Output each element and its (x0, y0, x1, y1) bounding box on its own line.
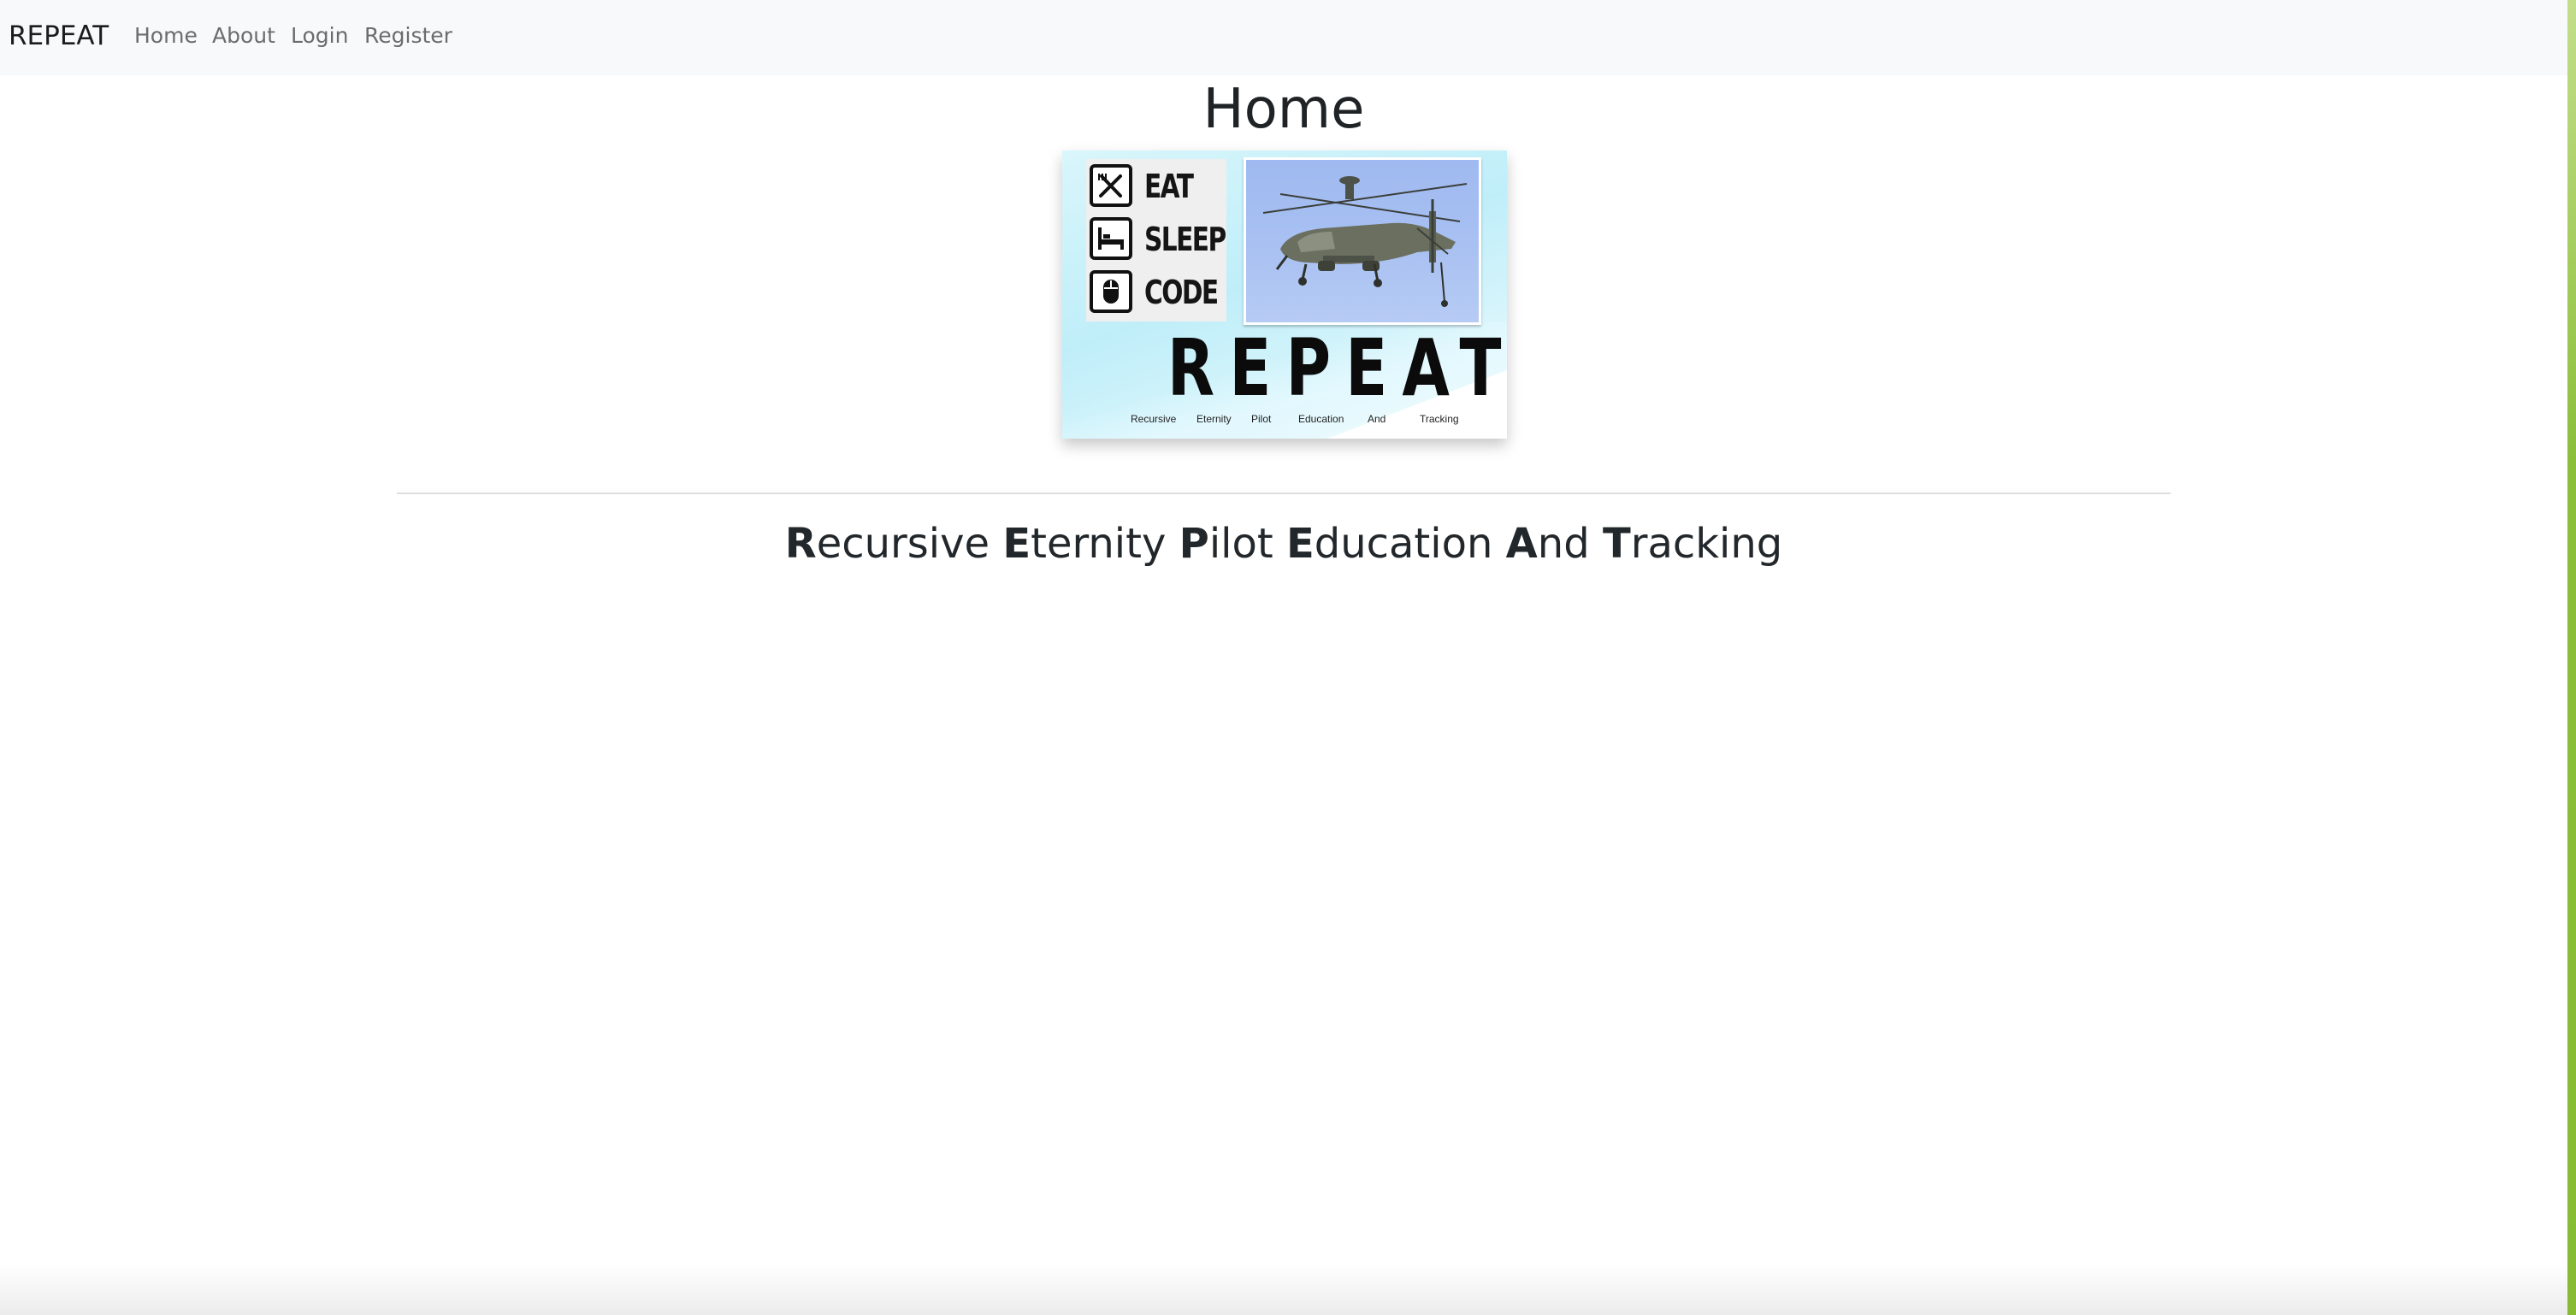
brand-link[interactable]: REPEAT (9, 19, 109, 53)
subtitle-initial: E (1285, 520, 1315, 568)
banner-acronym: REPEAT (1167, 322, 1507, 414)
subtitle-word: Pilot (1179, 520, 1273, 568)
section-divider (397, 492, 2171, 494)
subtitle-rest: ilot (1208, 520, 1273, 568)
subtitle-initial: T (1602, 520, 1631, 568)
banner-word: Eternity (1196, 413, 1232, 425)
utensils-icon (1090, 164, 1132, 207)
helicopter-image (1244, 157, 1481, 325)
bed-icon (1090, 217, 1132, 260)
subtitle-word: Tracking (1603, 520, 1782, 568)
checklist-row: EAT (1090, 164, 1226, 212)
navbar: REPEAT Home About Login Register (0, 0, 2567, 75)
banner-word: Pilot (1251, 413, 1272, 425)
subtitle-word: Recursive (785, 520, 990, 568)
banner-word: Education (1298, 413, 1344, 425)
subtitle-initial: P (1179, 520, 1209, 568)
nav-link-about[interactable]: About (212, 21, 275, 51)
banner-word: Tracking (1420, 413, 1459, 425)
mouse-icon (1090, 270, 1132, 313)
acronym-subtitle: Recursive Eternity Pilot Education And T… (0, 516, 2567, 572)
window-bottom-shadow (0, 1264, 2567, 1315)
subtitle-word: Education (1286, 520, 1492, 568)
subtitle-initial: E (1002, 520, 1031, 568)
page-title: Home (1202, 78, 1365, 141)
banner-word: And (1368, 413, 1386, 425)
nav-link-register[interactable]: Register (364, 21, 452, 51)
repeat-banner-image: EAT SLEEP CODE REPEAT Recursive Eternity… (1062, 150, 1507, 439)
subtitle-word: And (1506, 520, 1590, 568)
checklist-label: CODE (1144, 274, 1219, 311)
checklist-label: SLEEP (1144, 221, 1226, 258)
nav-link-home[interactable]: Home (134, 21, 198, 51)
subtitle-word: Eternity (1002, 520, 1166, 568)
subtitle-rest: nd (1537, 520, 1590, 568)
checklist-row: CODE (1090, 270, 1226, 318)
eat-sleep-code-panel: EAT SLEEP CODE (1086, 159, 1226, 321)
checklist-row: SLEEP (1090, 217, 1226, 265)
subtitle-rest: racking (1630, 520, 1783, 568)
checklist-label: EAT (1144, 168, 1194, 205)
subtitle-initial: A (1505, 520, 1538, 568)
subtitle-initial: R (784, 520, 817, 568)
subtitle-rest: ternity (1031, 520, 1167, 568)
subtitle-rest: ecursive (816, 520, 990, 568)
banner-word: Recursive (1131, 413, 1177, 425)
nav-link-login[interactable]: Login (291, 21, 348, 51)
subtitle-rest: ducation (1314, 520, 1493, 568)
window-edge-strip (2567, 0, 2576, 1315)
